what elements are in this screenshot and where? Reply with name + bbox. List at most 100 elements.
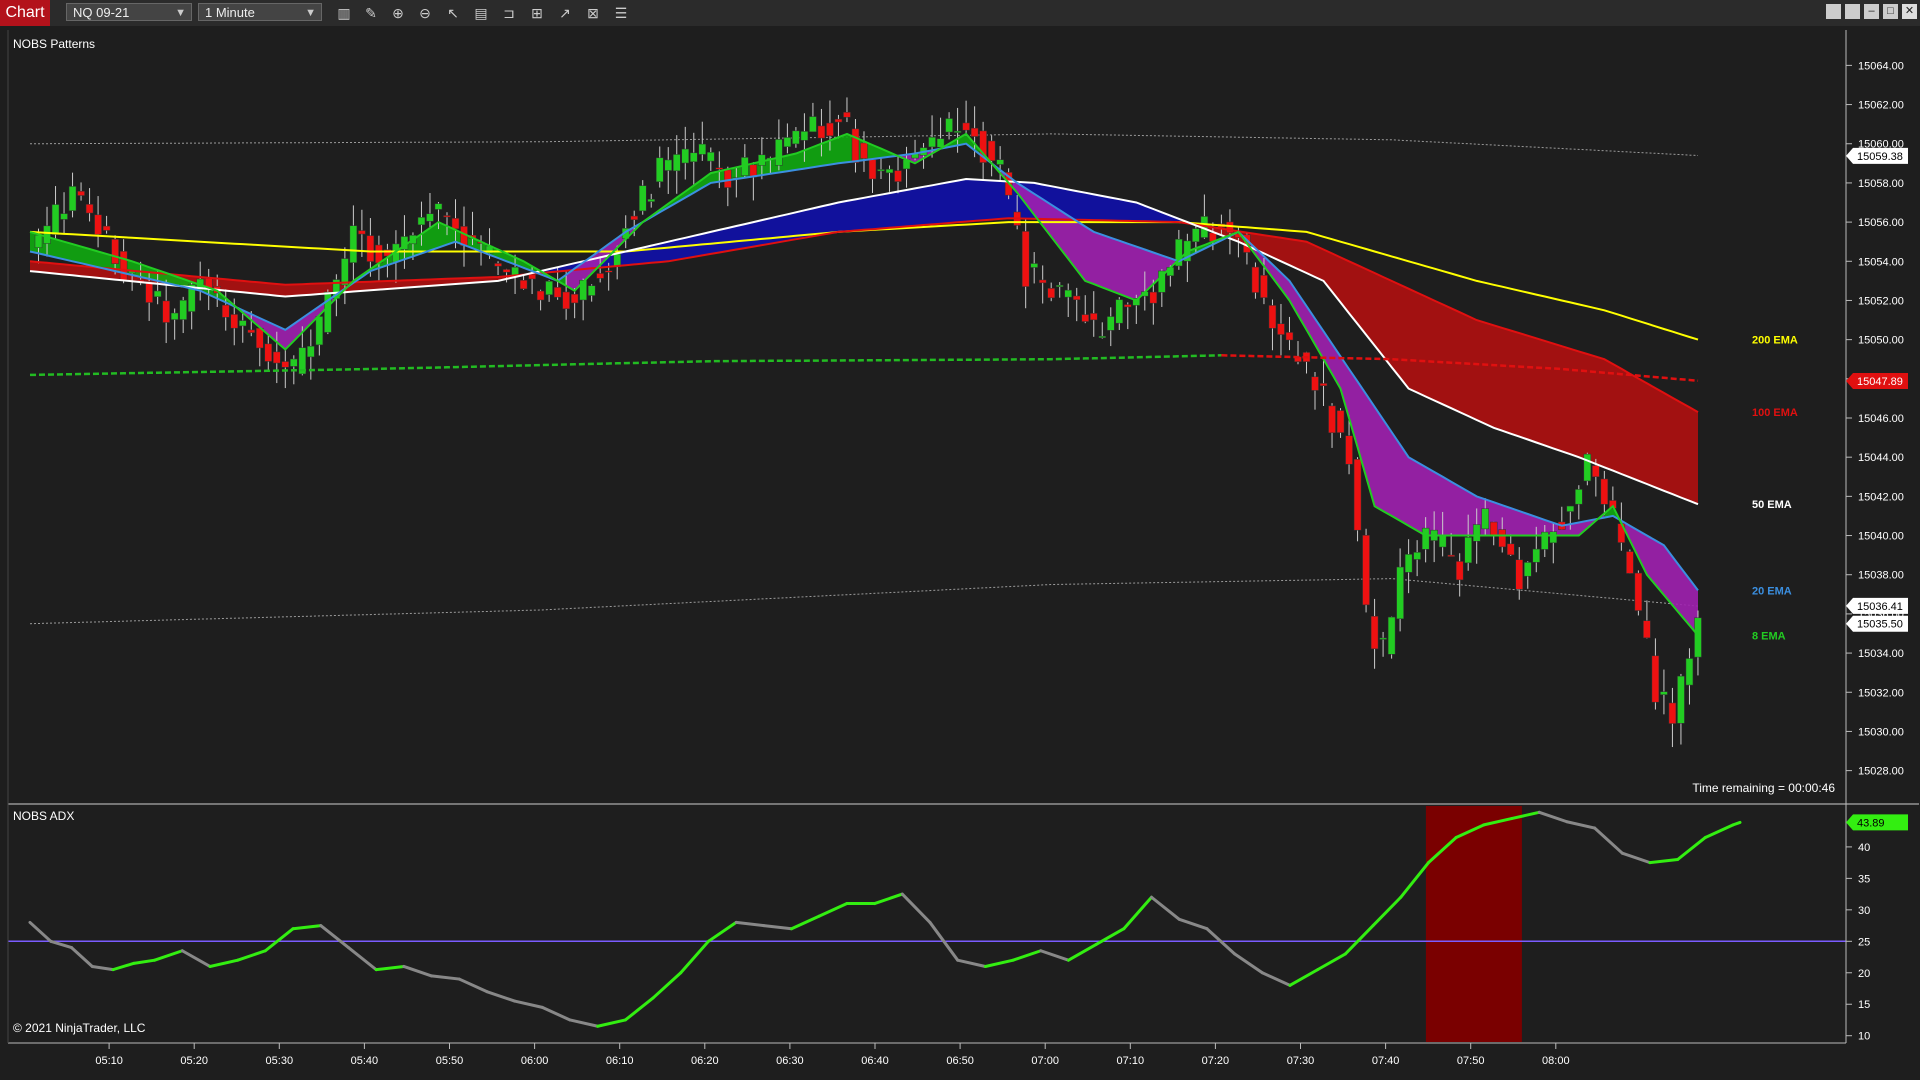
candle-body bbox=[1072, 295, 1081, 301]
candle-body bbox=[239, 320, 247, 327]
bar-type-icon[interactable]: ▥ bbox=[334, 4, 354, 22]
candle-body bbox=[1575, 489, 1583, 505]
time-tick-label: 05:10 bbox=[95, 1055, 123, 1067]
chart-tab[interactable]: Chart bbox=[0, 0, 50, 26]
adx-value-label: 43.89 bbox=[1857, 817, 1885, 829]
candle-body bbox=[826, 122, 834, 137]
candle-body bbox=[1685, 658, 1694, 686]
pointer-icon[interactable]: ↖ bbox=[443, 4, 463, 22]
tile-icon[interactable] bbox=[1826, 4, 1841, 19]
indicators-icon[interactable]: ⊞ bbox=[527, 4, 547, 22]
chart-area[interactable]: 200 EMA 100 EMA 50 EMA 20 EMA 8 EMA 15028.00… bbox=[0, 26, 1920, 1080]
candle-body bbox=[307, 345, 315, 358]
candle-body bbox=[596, 273, 604, 279]
candle-body bbox=[1515, 559, 1523, 590]
candle-body bbox=[1115, 299, 1124, 324]
time-tick-label: 05:30 bbox=[266, 1055, 294, 1067]
candle-body bbox=[800, 131, 809, 141]
time-tick-label: 06:50 bbox=[946, 1055, 974, 1067]
candle-body bbox=[119, 251, 128, 281]
candle-body bbox=[945, 118, 953, 133]
candle-body bbox=[94, 214, 102, 235]
candle-body bbox=[1124, 304, 1132, 308]
templates-icon[interactable]: ⊐ bbox=[499, 4, 519, 22]
draw-icon[interactable]: ✎ bbox=[361, 4, 381, 22]
candle-body bbox=[630, 215, 638, 220]
candle-body bbox=[451, 218, 460, 230]
adx-tick-label: 10 bbox=[1858, 1031, 1870, 1043]
candle-body bbox=[1481, 508, 1489, 530]
candle-body bbox=[928, 136, 936, 148]
interval-selector[interactable]: 1 Minute ▼ bbox=[198, 3, 322, 21]
candle-body bbox=[1498, 529, 1506, 548]
candle-body bbox=[1566, 505, 1575, 512]
candle-body bbox=[1055, 284, 1064, 287]
candle-body bbox=[860, 142, 868, 159]
candle-body bbox=[885, 168, 894, 174]
candle-body bbox=[358, 230, 366, 235]
price-tick-label: 15042.00 bbox=[1858, 491, 1904, 503]
candle-body bbox=[1677, 675, 1685, 724]
ema-label: 8 EMA bbox=[1752, 630, 1786, 642]
candle-body bbox=[290, 358, 298, 367]
candle-body bbox=[1472, 524, 1481, 542]
candle-body bbox=[247, 329, 256, 333]
candle-body bbox=[681, 148, 690, 164]
list-icon[interactable]: ☰ bbox=[611, 4, 631, 22]
candle-body bbox=[60, 213, 68, 220]
candle-body bbox=[553, 287, 562, 298]
chart-toolbar: Chart NQ 09-21 ▼ 1 Minute ▼ ▥ ✎ ⊕ ⊖ ↖ ▤ … bbox=[0, 0, 1920, 27]
candle-body bbox=[792, 130, 800, 145]
adx-highlight-zone bbox=[1425, 806, 1522, 1042]
adx-tick-label: 30 bbox=[1858, 905, 1870, 917]
data-box-icon[interactable]: ▤ bbox=[471, 4, 491, 22]
copyright: © 2021 NinjaTrader, LLC bbox=[13, 1021, 146, 1035]
candle-body bbox=[724, 169, 732, 188]
candle-body bbox=[1038, 279, 1047, 284]
candle-body bbox=[1090, 313, 1098, 321]
close-icon[interactable]: ✕ bbox=[1902, 4, 1917, 19]
zoom-in-icon[interactable]: ⊕ bbox=[388, 4, 408, 22]
adx-tick-label: 40 bbox=[1858, 842, 1870, 854]
time-tick-label: 05:20 bbox=[180, 1055, 208, 1067]
candle-body bbox=[1319, 383, 1328, 387]
candle-body bbox=[570, 293, 579, 304]
candle-body bbox=[1260, 275, 1268, 298]
candle-body bbox=[85, 204, 94, 214]
candle-body bbox=[1098, 335, 1107, 338]
candle-body bbox=[502, 269, 511, 273]
candle-body bbox=[1549, 531, 1558, 544]
candle-body bbox=[1524, 562, 1532, 577]
instrument-selector[interactable]: NQ 09-21 ▼ bbox=[66, 3, 192, 21]
candle-body bbox=[1600, 478, 1609, 505]
candle-body bbox=[417, 217, 426, 226]
candle-body bbox=[868, 159, 877, 180]
candle-body bbox=[1404, 554, 1413, 573]
strategies-icon[interactable]: ↗ bbox=[555, 4, 575, 22]
time-remaining: Time remaining = 00:00:46 bbox=[1692, 781, 1835, 795]
candle-body bbox=[1081, 314, 1089, 322]
properties-icon[interactable]: ⊠ bbox=[583, 4, 603, 22]
price-marker-label: 15047.89 bbox=[1857, 376, 1903, 388]
candle-body bbox=[690, 152, 698, 163]
candle-body bbox=[1464, 537, 1472, 564]
candle-body bbox=[145, 281, 153, 303]
time-tick-label: 06:40 bbox=[861, 1055, 889, 1067]
candle-body bbox=[1251, 266, 1260, 293]
candle-body bbox=[809, 116, 817, 133]
minimize-icon[interactable]: – bbox=[1864, 4, 1879, 19]
candle-body bbox=[1489, 521, 1498, 537]
price-tick-label: 15044.00 bbox=[1858, 452, 1904, 464]
zoom-out-icon[interactable]: ⊖ bbox=[415, 4, 435, 22]
candle-body bbox=[1438, 534, 1447, 548]
price-marker-label: 15036.41 bbox=[1857, 601, 1903, 613]
tile-icon[interactable] bbox=[1845, 4, 1860, 19]
candle-body bbox=[256, 327, 264, 349]
candle-body bbox=[1047, 288, 1055, 299]
candle-body bbox=[1379, 637, 1387, 640]
maximize-icon[interactable]: □ bbox=[1883, 4, 1898, 19]
candle-body bbox=[1643, 620, 1651, 639]
time-tick-label: 07:40 bbox=[1372, 1055, 1400, 1067]
candle-body bbox=[221, 304, 230, 318]
candle-body bbox=[987, 140, 996, 161]
